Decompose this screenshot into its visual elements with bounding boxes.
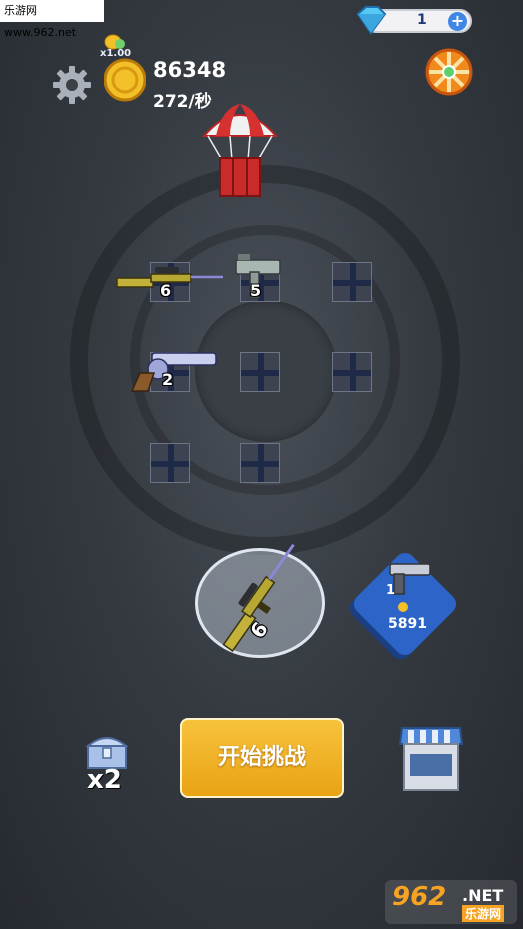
gem-count: 1 xyxy=(417,12,427,28)
lucky-wheel-icon[interactable] xyxy=(425,48,473,96)
shop-icon[interactable] xyxy=(398,724,464,794)
grid-slot[interactable] xyxy=(240,443,280,483)
grid-slot[interactable] xyxy=(240,352,280,392)
add-gems-button[interactable]: + xyxy=(448,12,467,31)
buy-weapon-level: 1 xyxy=(386,583,396,598)
weapon-level-badge: 5 xyxy=(250,281,262,300)
coin-icon xyxy=(104,58,146,102)
diamond-icon xyxy=(356,6,387,35)
price-coin-icon xyxy=(398,602,408,612)
gear-icon[interactable] xyxy=(52,65,92,105)
grid-slot[interactable] xyxy=(332,262,372,302)
coin-count: 86348 xyxy=(153,58,227,82)
grid-slot[interactable] xyxy=(332,352,372,392)
chest-multiplier: x2 xyxy=(87,765,122,795)
site-logo-main: 962 xyxy=(392,882,447,912)
site-logo-sub: 乐游网 xyxy=(462,905,505,922)
start-challenge-button[interactable]: 开始挑战 xyxy=(180,718,344,798)
site-logo-net: .NET xyxy=(462,886,504,905)
airdrop-crate-icon[interactable] xyxy=(200,100,280,200)
selected-sniper-rifle-icon xyxy=(222,543,295,652)
weapon-level-badge: 2 xyxy=(162,370,174,389)
buy-weapon-price: 5891 xyxy=(388,616,427,632)
grid-slot[interactable] xyxy=(150,443,190,483)
weapon-level-badge: 6 xyxy=(160,281,172,300)
revolver-icon[interactable] xyxy=(128,347,220,393)
site-watermark: 乐游网 www.962.net xyxy=(0,0,104,39)
